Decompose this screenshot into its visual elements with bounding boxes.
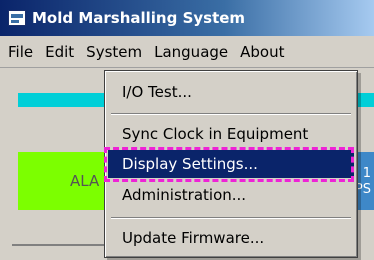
menu-separator: [111, 113, 351, 115]
menu-file[interactable]: File: [0, 38, 39, 66]
menu-item-update-firmware[interactable]: Update Firmware...: [108, 224, 354, 252]
menu-bar: File Edit System Language About: [0, 36, 374, 68]
menu-item-display-settings[interactable]: Display Settings...: [108, 150, 354, 178]
menu-item-sync-clock[interactable]: Sync Clock in Equipment: [108, 120, 354, 148]
app-window-icon: [8, 10, 26, 26]
menu-language[interactable]: Language: [148, 38, 234, 66]
menu-separator: [111, 217, 351, 219]
menu-item-io-test[interactable]: I/O Test...: [108, 78, 354, 106]
system-dropdown-menu: I/O Test... Sync Clock in Equipment Disp…: [104, 70, 358, 258]
alarm-label: ALA: [70, 172, 100, 190]
title-bar: Mold Marshalling System: [0, 0, 374, 36]
menu-system[interactable]: System: [80, 37, 149, 66]
menu-about[interactable]: About: [234, 38, 290, 66]
window-title: Mold Marshalling System: [32, 9, 246, 27]
menu-edit[interactable]: Edit: [39, 38, 80, 66]
menu-item-administration[interactable]: Administration...: [108, 181, 354, 209]
